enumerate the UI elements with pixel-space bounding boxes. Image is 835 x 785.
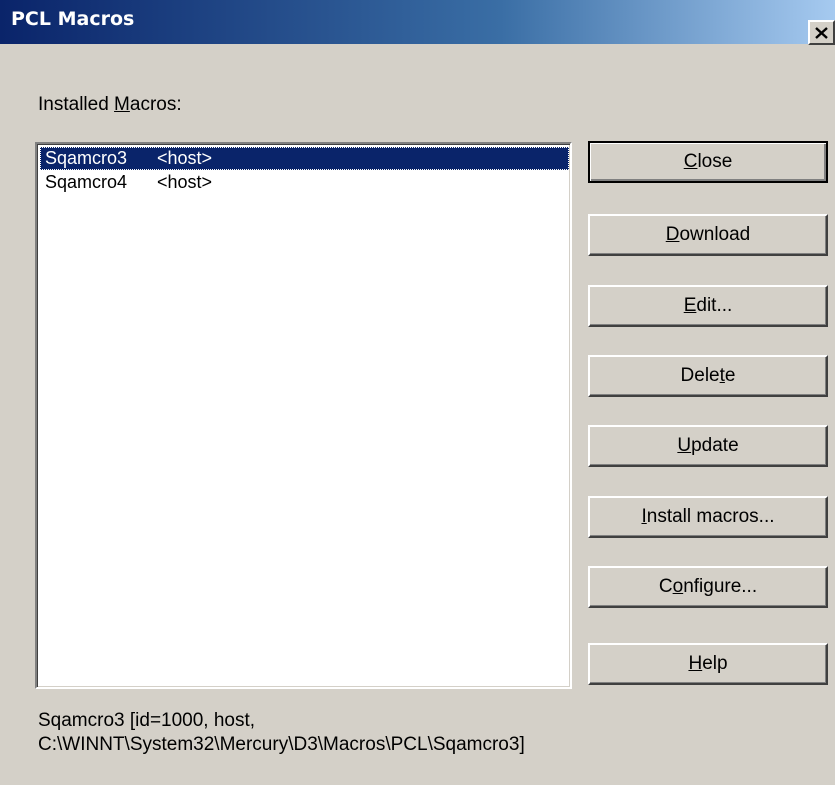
macros-listbox[interactable]: Sqamcro3 <host> Sqamcro4 <host> bbox=[35, 142, 572, 689]
list-item[interactable]: Sqamcro3 <host> bbox=[40, 147, 569, 170]
macro-source: <host> bbox=[157, 172, 213, 192]
close-button[interactable]: Close bbox=[588, 141, 828, 183]
install-macros-button[interactable]: Install macros... bbox=[588, 496, 828, 538]
status-line-1: Sqamcro3 [id=1000, host, bbox=[38, 710, 256, 731]
delete-button[interactable]: Delete bbox=[588, 355, 828, 397]
status-line-2: C:\WINNT\System32\Mercury\D3\Macros\PCL\… bbox=[38, 734, 525, 755]
macro-name: Sqamcro3 bbox=[45, 148, 128, 168]
download-button[interactable]: Download bbox=[588, 214, 828, 256]
list-item[interactable]: Sqamcro4 <host> bbox=[40, 171, 569, 194]
close-icon bbox=[815, 26, 828, 39]
edit-button[interactable]: Edit... bbox=[588, 285, 828, 327]
update-button[interactable]: Update bbox=[588, 425, 828, 467]
close-window-button[interactable] bbox=[808, 20, 835, 45]
help-button[interactable]: Help bbox=[588, 643, 828, 685]
title-bar[interactable]: PCL Macros bbox=[0, 0, 835, 44]
status-text: Sqamcro3 [id=1000, host, C:\WINNT\System… bbox=[38, 709, 525, 757]
configure-button[interactable]: Configure... bbox=[588, 566, 828, 608]
macro-name: Sqamcro4 bbox=[45, 172, 128, 192]
window-title: PCL Macros bbox=[11, 8, 135, 30]
installed-macros-label: Installed Macros: bbox=[38, 94, 182, 115]
macro-source: <host> bbox=[157, 148, 213, 168]
